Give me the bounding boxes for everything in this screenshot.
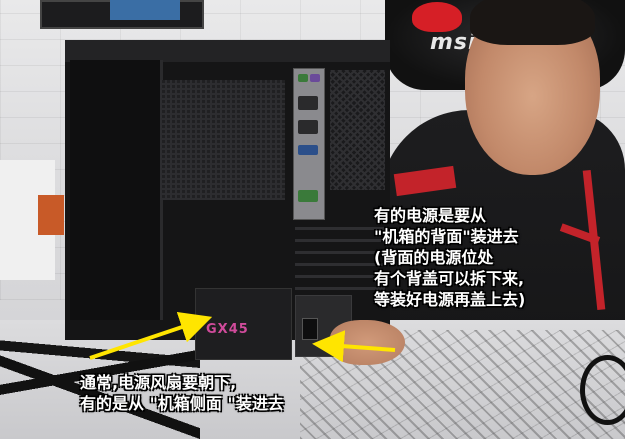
io-port [298, 96, 318, 110]
caption-line: 等装好电源再盖上去) [374, 290, 526, 309]
psu-model-label: GX45 [206, 322, 249, 337]
rear-fan-mesh [330, 70, 385, 190]
io-port [298, 120, 318, 134]
hand [330, 320, 405, 365]
person-hair [470, 0, 595, 45]
io-port [298, 190, 318, 202]
caption-line: (背面的电源位处 [374, 248, 494, 267]
io-port [298, 74, 308, 82]
motherboard-tray-mesh [160, 80, 285, 200]
caption-rear-install: 有的电源是要从 "机箱的背面"装进去 (背面的电源位处 有个背盖可以拆下来, 等… [374, 205, 525, 310]
case-top-panel [65, 40, 390, 62]
video-frame: msi GX45 有的电源是要从 "机箱的背面"装进去 (背面的电源位处 有个背… [0, 0, 625, 439]
psu-power-switch [302, 318, 318, 340]
caption-line: "机箱的背面"装进去 [374, 227, 519, 246]
caption-line: 通常,电源风扇要朝下, [80, 373, 237, 392]
caption-side-install: 通常,电源风扇要朝下, 有的是从 "机箱侧面 "装进去 [80, 372, 284, 414]
caption-line: 有的电源是要从 [374, 206, 487, 225]
msi-dragon-logo [412, 2, 462, 32]
pci-expansion-slots [295, 220, 385, 290]
monitor-screen [110, 0, 180, 20]
case-side-opening [70, 60, 163, 320]
orange-box [38, 195, 64, 235]
io-port [298, 145, 318, 155]
io-port [310, 74, 320, 82]
caption-line: 有个背盖可以拆下来, [374, 269, 525, 288]
caption-line: 有的是从 "机箱侧面 "装进去 [80, 394, 284, 413]
